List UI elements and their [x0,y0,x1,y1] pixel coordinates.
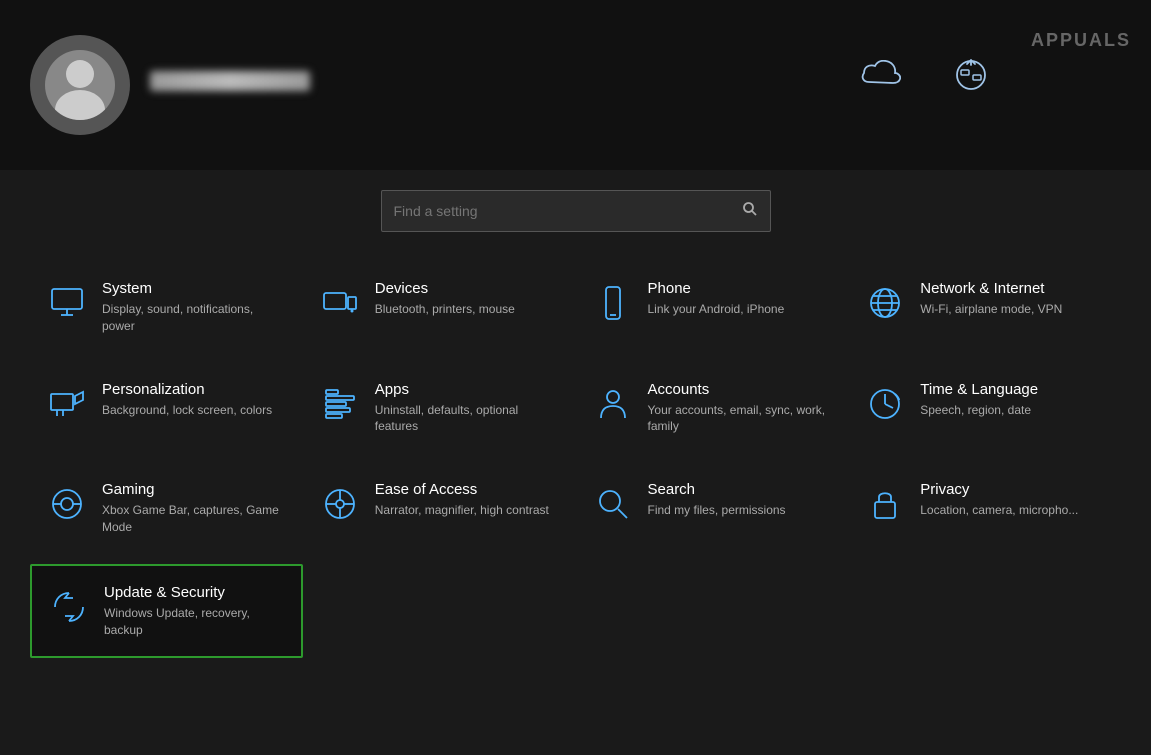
phone-desc: Link your Android, iPhone [648,301,785,318]
phone-text: Phone Link your Android, iPhone [648,280,785,318]
avatar [30,35,130,135]
devices-text: Devices Bluetooth, printers, mouse [375,280,515,318]
gaming-icon [46,483,88,525]
setting-item-search[interactable]: Search Find my files, permissions [576,463,849,554]
onedrive-icon [861,60,901,98]
apps-icon [319,383,361,425]
system-desc: Display, sound, notifications, power [102,301,287,335]
update-text: Update & Security Windows Update, recove… [104,584,285,639]
setting-item-ease[interactable]: Ease of Access Narrator, magnifier, high… [303,463,576,554]
avatar-image [45,50,115,120]
phone-title: Phone [648,280,785,297]
privacy-desc: Location, camera, micropho... [920,502,1078,519]
time-icon [864,383,906,425]
accounts-title: Accounts [648,381,833,398]
personalization-text: Personalization Background, lock screen,… [102,381,272,419]
privacy-text: Privacy Location, camera, micropho... [920,481,1078,519]
search-icon [742,201,758,222]
personalization-icon [46,383,88,425]
watermark-text: APPUALS [1031,30,1131,51]
time-desc: Speech, region, date [920,402,1038,419]
setting-item-phone[interactable]: Phone Link your Android, iPhone [576,262,849,353]
gaming-desc: Xbox Game Bar, captures, Game Mode [102,502,287,536]
user-name-blurred [150,71,310,91]
setting-item-privacy[interactable]: Privacy Location, camera, micropho... [848,463,1121,554]
settings-main: System Display, sound, notifications, po… [0,252,1151,668]
setting-item-apps[interactable]: Apps Uninstall, defaults, optional featu… [303,363,576,454]
header-actions [861,0,991,170]
ease-title: Ease of Access [375,481,549,498]
accounts-text: Accounts Your accounts, email, sync, wor… [648,381,833,436]
update-desc: Windows Update, recovery, backup [104,605,285,639]
apps-title: Apps [375,381,560,398]
search-bar-container [381,190,771,232]
apps-desc: Uninstall, defaults, optional features [375,402,560,436]
setting-item-accounts[interactable]: Accounts Your accounts, email, sync, wor… [576,363,849,454]
search-desc: Find my files, permissions [648,502,786,519]
privacy-icon [864,483,906,525]
system-text: System Display, sound, notifications, po… [102,280,287,335]
privacy-title: Privacy [920,481,1078,498]
setting-item-network[interactable]: Network & Internet Wi-Fi, airplane mode,… [848,262,1121,353]
ease-desc: Narrator, magnifier, high contrast [375,502,549,519]
network-icon [864,282,906,324]
update-icon [48,586,90,628]
apps-text: Apps Uninstall, defaults, optional featu… [375,381,560,436]
personalization-desc: Background, lock screen, colors [102,402,272,419]
onedrive-action[interactable] [861,60,901,110]
windows-update-action[interactable] [951,55,991,115]
time-title: Time & Language [920,381,1038,398]
settings-grid: System Display, sound, notifications, po… [30,262,1121,658]
accounts-icon [592,383,634,425]
setting-item-gaming[interactable]: Gaming Xbox Game Bar, captures, Game Mod… [30,463,303,554]
devices-title: Devices [375,280,515,297]
gaming-title: Gaming [102,481,287,498]
watermark: APPUALS [1011,0,1151,80]
search-section [0,170,1151,252]
user-info [150,71,310,99]
update-title: Update & Security [104,584,285,601]
system-title: System [102,280,287,297]
devices-desc: Bluetooth, printers, mouse [375,301,515,318]
search-title: Search [648,481,786,498]
accounts-desc: Your accounts, email, sync, work, family [648,402,833,436]
setting-item-devices[interactable]: Devices Bluetooth, printers, mouse [303,262,576,353]
network-title: Network & Internet [920,280,1062,297]
windows-update-icon [951,55,991,103]
search-input[interactable] [394,203,742,219]
devices-icon [319,282,361,324]
search-text: Search Find my files, permissions [648,481,786,519]
gaming-text: Gaming Xbox Game Bar, captures, Game Mod… [102,481,287,536]
search-icon [592,483,634,525]
personalization-title: Personalization [102,381,272,398]
setting-item-update[interactable]: Update & Security Windows Update, recove… [30,564,303,659]
ease-text: Ease of Access Narrator, magnifier, high… [375,481,549,519]
setting-item-time[interactable]: Time & Language Speech, region, date [848,363,1121,454]
setting-item-system[interactable]: System Display, sound, notifications, po… [30,262,303,353]
header: APPUALS [0,0,1151,170]
setting-item-personalization[interactable]: Personalization Background, lock screen,… [30,363,303,454]
phone-icon [592,282,634,324]
network-desc: Wi-Fi, airplane mode, VPN [920,301,1062,318]
system-icon [46,282,88,324]
ease-icon [319,483,361,525]
network-text: Network & Internet Wi-Fi, airplane mode,… [920,280,1062,318]
time-text: Time & Language Speech, region, date [920,381,1038,419]
